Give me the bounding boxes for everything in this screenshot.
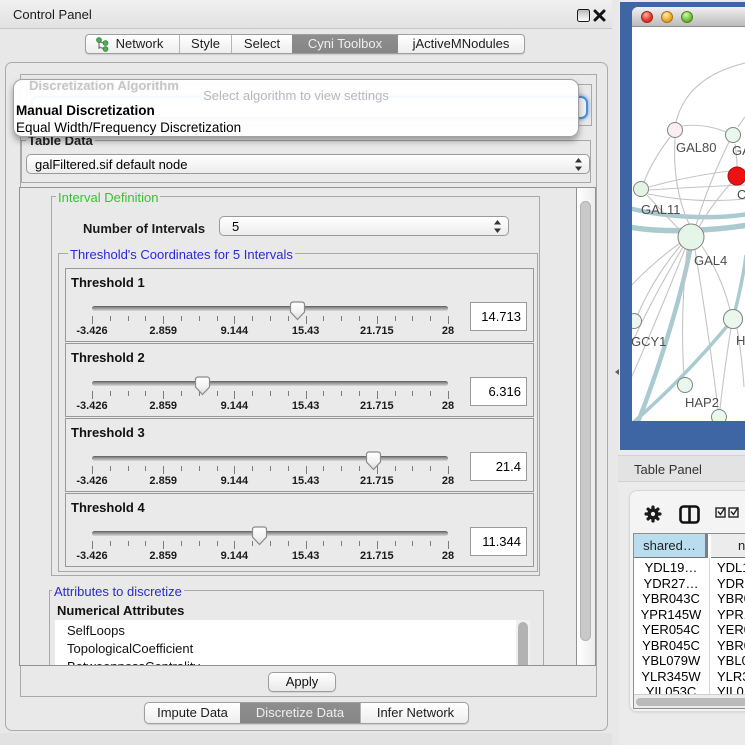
svg-text:GAL80: GAL80 bbox=[676, 140, 716, 155]
svg-text:H: H bbox=[736, 333, 745, 348]
svg-text:GAL4: GAL4 bbox=[694, 253, 727, 268]
svg-text:GCY1: GCY1 bbox=[632, 334, 666, 349]
svg-text:GAL8: GAL8 bbox=[732, 143, 745, 158]
svg-text:HAP2: HAP2 bbox=[685, 395, 719, 410]
svg-text:CY: CY bbox=[737, 187, 745, 202]
svg-text:GAL11: GAL11 bbox=[641, 202, 681, 217]
